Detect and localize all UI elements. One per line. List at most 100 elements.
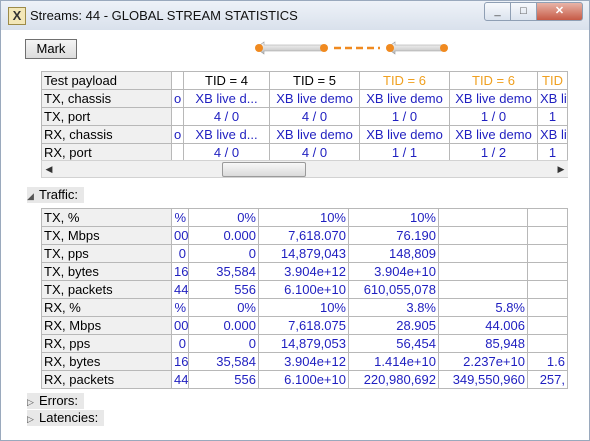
collapsed-triangle-icon: ▷ — [27, 397, 34, 407]
scrollbar-thumb[interactable] — [222, 162, 306, 177]
table-cell — [527, 334, 568, 353]
scroll-right-icon[interactable]: ▶ — [554, 161, 568, 177]
table-cell: 44 — [171, 280, 189, 299]
table-cell: 0% — [188, 298, 259, 317]
table-cell — [527, 280, 568, 299]
table-cell: 148,809 — [348, 244, 439, 263]
column-header[interactable]: TID — [537, 71, 568, 90]
table-cell: 14,879,053 — [258, 334, 349, 353]
table-cell: % — [171, 208, 189, 227]
column-header[interactable]: TID = 4 — [183, 71, 270, 90]
table-row: Test payload TID = 4 TID = 5 TID = 6 TID… — [41, 71, 568, 90]
scroll-left-icon[interactable]: ◀ — [42, 161, 56, 177]
row-header: TX, port — [41, 107, 172, 126]
table-cell: o — [171, 89, 184, 108]
table-cell — [171, 143, 184, 162]
link-arrows-icon[interactable] — [254, 40, 449, 56]
column-header[interactable]: TID = 6 — [449, 71, 538, 90]
table-cell: 0.000 — [188, 316, 259, 335]
table-cell: 0 — [188, 334, 259, 353]
table-cell: 610,055,078 — [348, 280, 439, 299]
table-cell: 14,879,043 — [258, 244, 349, 263]
column-header[interactable]: TID = 6 — [359, 71, 450, 90]
table-cell — [438, 280, 528, 299]
title-bar: X Streams: 44 - GLOBAL STREAM STATISTICS… — [1, 1, 589, 30]
table-cell — [527, 262, 568, 281]
table-cell: XB live — [537, 125, 568, 144]
table-row: RX, pps 0 0 14,879,053 56,454 85,948 — [41, 334, 568, 353]
table-cell: 7,618.075 — [258, 316, 349, 335]
table-cell: 7,618.070 — [258, 226, 349, 245]
expanded-triangle-icon: ◢ — [27, 191, 34, 201]
table-cell: 28.905 — [348, 316, 439, 335]
table-cell: 10% — [258, 208, 349, 227]
maximize-button[interactable]: □ — [510, 2, 537, 21]
table-cell: 1 / 1 — [359, 143, 450, 162]
section-title: Traffic: — [39, 187, 79, 202]
minimize-button[interactable]: _ — [484, 2, 511, 21]
table-cell: 0.000 — [188, 226, 259, 245]
table-cell: 16 — [171, 262, 189, 281]
table-row: TX, pps 0 0 14,879,043 148,809 — [41, 244, 568, 263]
row-header: TX, chassis — [41, 89, 172, 108]
section-title: Latencies: — [39, 410, 99, 425]
table-row: TX, chassis o XB live d... XB live demo … — [41, 89, 568, 108]
table-cell — [527, 244, 568, 263]
table-cell: 1 / 2 — [449, 143, 538, 162]
table-row: TX, Mbps 00 0.000 7,618.070 76.190 — [41, 226, 568, 245]
table-cell: o — [171, 125, 184, 144]
table-cell: 3.904e+12 — [258, 262, 349, 281]
table-cell: XB live d... — [183, 89, 270, 108]
table-row: RX, packets 44 556 6.100e+10 220,980,692 349,… — [41, 370, 568, 389]
row-header: TX, pps — [41, 244, 172, 263]
table-row: TX, packets 44 556 6.100e+10 610,055,078 — [41, 280, 568, 299]
table-cell: 1.414e+10 — [348, 352, 439, 371]
table-row: RX, bytes 16 35,584 3.904e+12 1.414e+10 2.237… — [41, 352, 568, 371]
table-cell — [438, 244, 528, 263]
table-cell: 1 — [537, 143, 568, 162]
table-row: RX, port 4 / 0 4 / 0 1 / 1 1 / 2 1 — [41, 143, 568, 162]
mark-button[interactable]: Mark — [25, 39, 77, 59]
table-cell: 4 / 0 — [183, 107, 270, 126]
collapsed-triangle-icon: ▷ — [27, 414, 34, 424]
window-title: Streams: 44 - GLOBAL STREAM STATISTICS — [30, 8, 298, 23]
table-cell: XB live demo — [449, 89, 538, 108]
table-cell: 0 — [171, 244, 189, 263]
traffic-section-header[interactable]: ◢ Traffic: — [27, 187, 85, 203]
table-cell: XB live demo — [269, 125, 360, 144]
table-cell — [438, 262, 528, 281]
table-cell: 00 — [171, 316, 189, 335]
table-cell — [527, 226, 568, 245]
table-row: RX, %% 0% 10% 3.8% 5.8% — [41, 298, 568, 317]
table-cell: 35,584 — [188, 352, 259, 371]
table-cell: 3.904e+10 — [348, 262, 439, 281]
app-icon: X — [8, 7, 26, 25]
close-button[interactable]: ✕ — [536, 2, 583, 21]
section-title: Errors: — [39, 393, 78, 408]
right-margin — [568, 30, 581, 435]
table-row: RX, Mbps 00 0.000 7,618.075 28.905 44.006 — [41, 316, 568, 335]
column-header[interactable]: TID = 5 — [269, 71, 360, 90]
table-row: TX, bytes 16 35,584 3.904e+12 3.904e+10 — [41, 262, 568, 281]
table-cell: 6.100e+10 — [258, 280, 349, 299]
table-cell: 16 — [171, 352, 189, 371]
table-cell: 0% — [188, 208, 259, 227]
row-header: TX, packets — [41, 280, 172, 299]
latencies-section-header[interactable]: ▷ Latencies: — [27, 410, 105, 426]
row-header: TX, % — [41, 208, 172, 227]
traffic-table: TX, %% 0% 10% 10% TX, Mbps 00 0.000 7,618.070 76… — [41, 208, 568, 389]
horizontal-scrollbar[interactable]: ◀ ▶ — [41, 160, 569, 178]
table-cell: 4 / 0 — [269, 107, 360, 126]
table-cell: 4 / 0 — [269, 143, 360, 162]
table-cell: 2.237e+10 — [438, 352, 528, 371]
table-cell: 0 — [171, 334, 189, 353]
table-cell: XB live demo — [449, 125, 538, 144]
table-row: TX, port 4 / 0 4 / 0 1 / 0 1 / 0 1 — [41, 107, 568, 126]
row-header: RX, Mbps — [41, 316, 172, 335]
row-header: RX, packets — [41, 370, 172, 389]
table-cell: 1 / 0 — [449, 107, 538, 126]
errors-section-header[interactable]: ▷ Errors: — [27, 393, 84, 409]
table-cell: XB live demo — [359, 89, 450, 108]
table-cell: 10% — [348, 208, 439, 227]
row-header: RX, bytes — [41, 352, 172, 371]
